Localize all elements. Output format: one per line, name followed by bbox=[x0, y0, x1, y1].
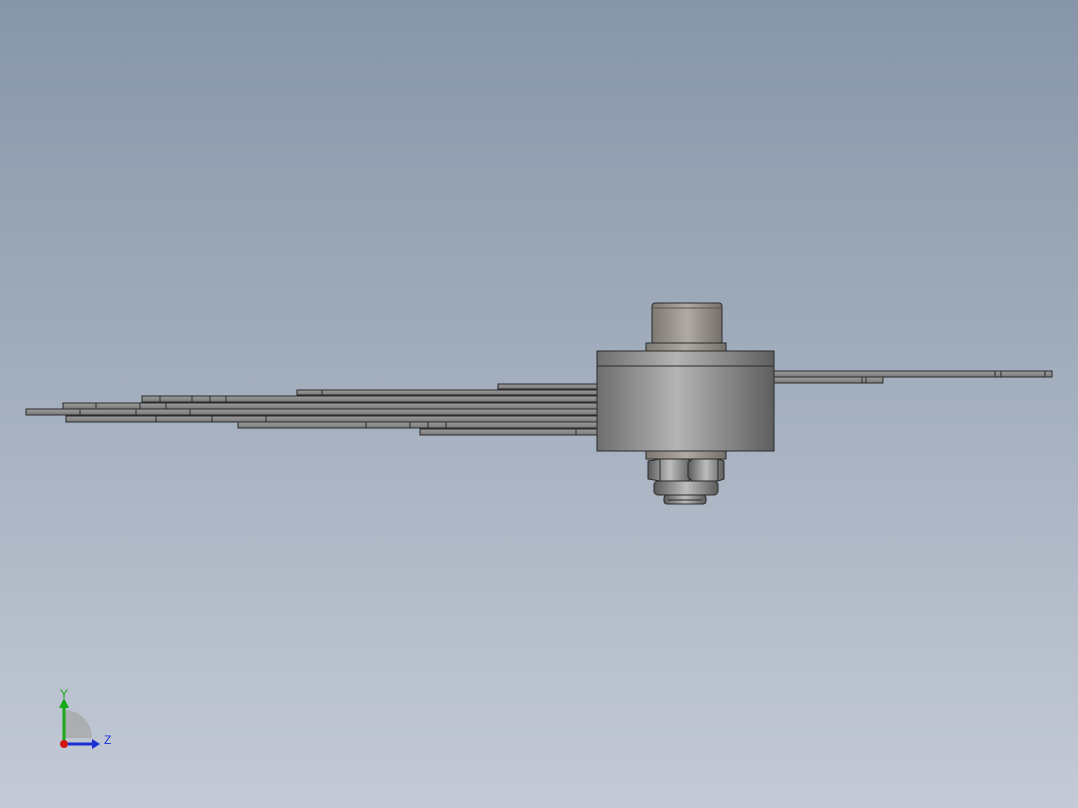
main-housing bbox=[596, 350, 775, 452]
x-axis-dot bbox=[60, 740, 68, 748]
graphics-viewport[interactable]: Y Z bbox=[0, 0, 1078, 808]
z-axis-arrow bbox=[92, 739, 100, 749]
triad-plane bbox=[64, 710, 92, 738]
cad-model-view[interactable] bbox=[0, 0, 1078, 808]
bottom-nut bbox=[645, 450, 727, 505]
leaf-plates bbox=[25, 383, 599, 436]
coordinate-triad-icon: Y Z bbox=[59, 687, 111, 749]
y-axis-label: Y bbox=[60, 687, 68, 701]
top-boss bbox=[645, 302, 727, 352]
right-arm bbox=[773, 370, 1053, 384]
z-axis-label: Z bbox=[104, 733, 111, 747]
